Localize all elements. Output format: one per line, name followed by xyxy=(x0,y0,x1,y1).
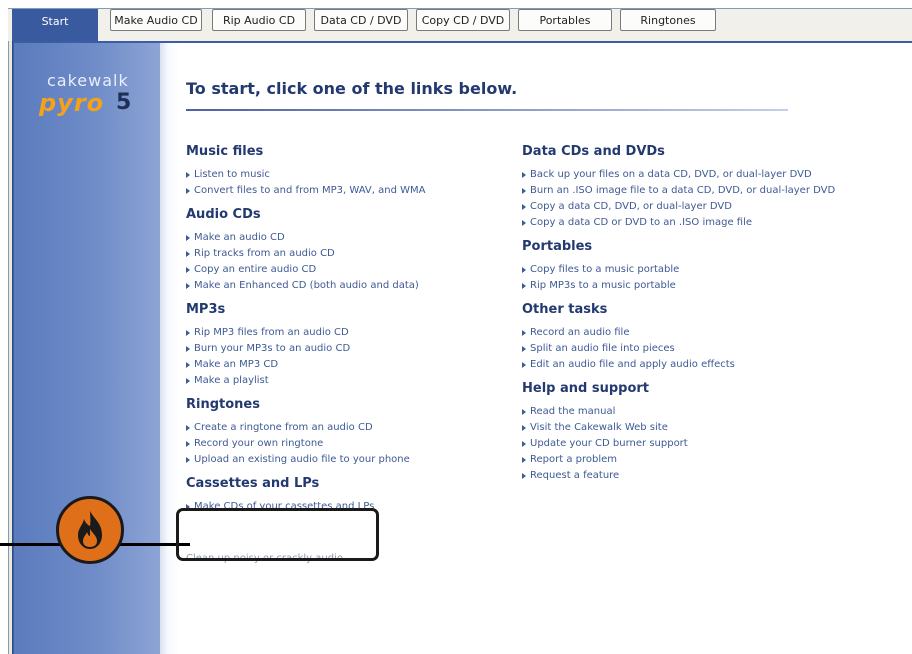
arrow-right-icon xyxy=(522,441,526,447)
arrow-right-icon xyxy=(522,425,526,431)
arrow-right-icon xyxy=(522,457,526,463)
arrow-right-icon xyxy=(186,283,190,289)
arrow-right-icon xyxy=(186,172,190,178)
tab-start[interactable]: Start xyxy=(12,9,98,41)
arrow-right-icon xyxy=(522,204,526,210)
tab-copy-cd-dvd[interactable]: Copy CD / DVD xyxy=(416,9,510,31)
section-title-cassettes-lps: Cassettes and LPs xyxy=(186,476,320,491)
tab-data-cd-dvd[interactable]: Data CD / DVD xyxy=(314,9,408,31)
right-link-column: Data CDs and DVDs Back up your files on … xyxy=(522,144,835,484)
link-copy-to-portable[interactable]: Copy files to a music portable xyxy=(522,262,835,278)
section-title-mp3s: MP3s xyxy=(186,302,226,317)
link-edit-audio[interactable]: Edit an audio file and apply audio effec… xyxy=(522,357,835,373)
logo-version: 5 xyxy=(116,90,132,115)
link-rip-mp3[interactable]: Rip MP3 files from an audio CD xyxy=(186,325,425,341)
link-record-audio[interactable]: Record an audio file xyxy=(522,325,835,341)
link-read-manual[interactable]: Read the manual xyxy=(522,404,835,420)
link-burn-mp3[interactable]: Burn your MP3s to an audio CD xyxy=(186,341,425,357)
tab-portables[interactable]: Portables xyxy=(518,9,612,31)
logo-product: pyro xyxy=(39,89,105,117)
arrow-right-icon xyxy=(522,330,526,336)
tab-rip-audio-cd[interactable]: Rip Audio CD xyxy=(212,9,306,31)
arrow-right-icon xyxy=(522,172,526,178)
link-backup-files[interactable]: Back up your files on a data CD, DVD, or… xyxy=(522,167,835,183)
arrow-right-icon xyxy=(186,235,190,241)
link-burn-iso[interactable]: Burn an .ISO image file to a data CD, DV… xyxy=(522,183,835,199)
link-rip-to-portable[interactable]: Rip MP3s to a music portable xyxy=(522,278,835,294)
arrow-right-icon xyxy=(186,441,190,447)
link-visit-website[interactable]: Visit the Cakewalk Web site xyxy=(522,420,835,436)
section-title-audio-cds: Audio CDs xyxy=(186,207,261,222)
section-title-music-files: Music files xyxy=(186,144,264,159)
link-copy-to-iso[interactable]: Copy a data CD or DVD to an .ISO image f… xyxy=(522,215,835,231)
arrow-right-icon xyxy=(522,267,526,273)
link-create-ringtone[interactable]: Create a ringtone from an audio CD xyxy=(186,420,425,436)
arrow-right-icon xyxy=(522,188,526,194)
arrow-right-icon xyxy=(522,409,526,415)
arrow-right-icon xyxy=(522,362,526,368)
link-enhanced-cd[interactable]: Make an Enhanced CD (both audio and data… xyxy=(186,278,425,294)
arrow-right-icon xyxy=(186,267,190,273)
left-link-column: Music files Listen to music Convert file… xyxy=(186,144,425,515)
callout-highlight-box xyxy=(176,508,379,561)
arrow-right-icon xyxy=(186,378,190,384)
link-listen-to-music[interactable]: Listen to music xyxy=(186,167,425,183)
link-request-feature[interactable]: Request a feature xyxy=(522,468,835,484)
link-make-playlist[interactable]: Make a playlist xyxy=(186,373,425,389)
section-title-ringtones: Ringtones xyxy=(186,397,260,412)
logo-company: cakewalk xyxy=(47,71,129,90)
arrow-right-icon xyxy=(186,425,190,431)
arrow-right-icon xyxy=(186,346,190,352)
link-report-problem[interactable]: Report a problem xyxy=(522,452,835,468)
section-title-portables: Portables xyxy=(522,239,593,254)
arrow-right-icon xyxy=(522,283,526,289)
flame-icon xyxy=(78,511,102,549)
arrow-right-icon xyxy=(186,457,190,463)
arrow-right-icon xyxy=(186,251,190,257)
page-title: To start, click one of the links below. xyxy=(186,79,518,98)
tab-ringtones[interactable]: Ringtones xyxy=(620,9,716,31)
section-title-data-cds-dvds: Data CDs and DVDs xyxy=(522,144,665,159)
arrow-right-icon xyxy=(522,220,526,226)
arrow-right-icon xyxy=(186,188,190,194)
link-make-mp3-cd[interactable]: Make an MP3 CD xyxy=(186,357,425,373)
link-record-ringtone[interactable]: Record your own ringtone xyxy=(186,436,425,452)
link-split-audio[interactable]: Split an audio file into pieces xyxy=(522,341,835,357)
link-convert-files[interactable]: Convert files to and from MP3, WAV, and … xyxy=(186,183,425,199)
link-upload-ringtone[interactable]: Upload an existing audio file to your ph… xyxy=(186,452,425,468)
link-copy-audio-cd[interactable]: Copy an entire audio CD xyxy=(186,262,425,278)
link-make-audio-cd[interactable]: Make an audio CD xyxy=(186,230,425,246)
link-update-burner[interactable]: Update your CD burner support xyxy=(522,436,835,452)
section-title-help-support: Help and support xyxy=(522,381,650,396)
link-copy-data-cd[interactable]: Copy a data CD, DVD, or dual-layer DVD xyxy=(522,199,835,215)
arrow-right-icon xyxy=(186,330,190,336)
title-divider xyxy=(186,109,788,111)
section-title-other-tasks: Other tasks xyxy=(522,302,608,317)
tab-make-audio-cd[interactable]: Make Audio CD xyxy=(110,9,202,31)
arrow-right-icon xyxy=(522,346,526,352)
callout-badge xyxy=(56,496,124,564)
link-rip-tracks[interactable]: Rip tracks from an audio CD xyxy=(186,246,425,262)
arrow-right-icon xyxy=(522,473,526,479)
arrow-right-icon xyxy=(186,362,190,368)
